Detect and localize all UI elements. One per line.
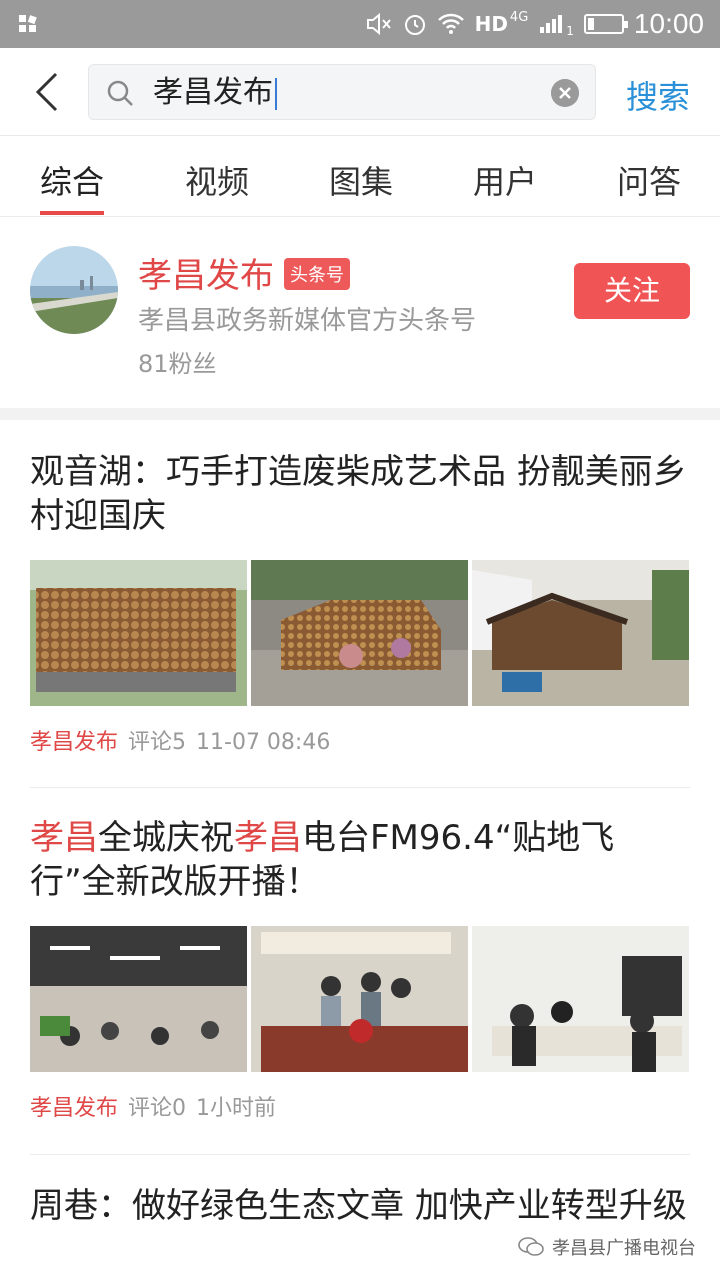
back-icon[interactable] xyxy=(28,70,68,114)
article-source[interactable]: 孝昌发布 xyxy=(30,1096,118,1121)
article-images xyxy=(30,560,690,706)
article-image[interactable] xyxy=(30,560,247,706)
search-icon xyxy=(107,80,133,106)
watermark: 孝昌县广播电视台 xyxy=(518,1234,696,1260)
sim-slot-label: 1 xyxy=(566,24,574,38)
avatar[interactable] xyxy=(30,246,118,334)
article-meta: 孝昌发布 评论5 11-07 08:46 xyxy=(30,724,690,756)
search-value: 孝昌发布 xyxy=(153,75,273,110)
article-image[interactable] xyxy=(251,926,468,1072)
list-separator xyxy=(30,787,690,788)
verified-badge: 头条号 xyxy=(284,258,350,290)
signal-icon xyxy=(540,15,563,33)
clock: 10:00 xyxy=(633,8,704,39)
article-time: 1小时前 xyxy=(196,1096,277,1121)
wifi-icon xyxy=(437,13,464,34)
article-image[interactable] xyxy=(472,560,689,706)
user-description: 孝昌县政务新媒体官方头条号 xyxy=(138,306,477,336)
text-caret xyxy=(275,77,277,110)
article-title[interactable]: 周巷：做好绿色生态文章 加快产业转型升级 xyxy=(30,1184,690,1228)
title-text: 全城庆祝 xyxy=(98,818,234,858)
article-image[interactable] xyxy=(251,560,468,706)
tab-video[interactable]: 视频 xyxy=(185,157,249,203)
title-highlight: 孝昌 xyxy=(30,818,98,858)
article-image[interactable] xyxy=(30,926,247,1072)
article-comments: 评论0 xyxy=(128,1096,187,1121)
article-image[interactable] xyxy=(472,926,689,1072)
article-item[interactable]: 孝昌全城庆祝孝昌电台FM96.4“贴地飞行”全新改版开播！ 孝昌发布 评论0 1… xyxy=(30,816,690,1122)
article-item[interactable]: 观音湖：巧手打造废柴成艺术品 扮靓美丽乡村迎国庆 孝昌发布 评论5 11-07 … xyxy=(30,450,690,756)
article-title[interactable]: 观音湖：巧手打造废柴成艺术品 扮靓美丽乡村迎国庆 xyxy=(30,450,690,538)
tab-gallery[interactable]: 图集 xyxy=(329,157,393,203)
article-source[interactable]: 孝昌发布 xyxy=(30,730,118,755)
status-bar: HD 4G 1 10:00 xyxy=(0,0,720,48)
mute-icon xyxy=(366,12,391,36)
fans-count: 81粉丝 xyxy=(138,350,217,378)
search-header: 孝昌发布 搜索 xyxy=(0,48,720,136)
article-title[interactable]: 孝昌全城庆祝孝昌电台FM96.4“贴地飞行”全新改版开播！ xyxy=(30,816,690,904)
user-name[interactable]: 孝昌发布 xyxy=(138,248,274,297)
article-images xyxy=(30,926,690,1072)
network-label: HD xyxy=(474,12,508,36)
user-card[interactable]: 孝昌发布 头条号 孝昌县政务新媒体官方头条号 81粉丝 关注 xyxy=(0,218,720,408)
result-tabs: 综合 视频 图集 用户 问答 xyxy=(0,137,720,217)
app-grid-icon xyxy=(19,15,37,32)
search-value-wrap: 孝昌发布 xyxy=(153,75,277,111)
tab-qa[interactable]: 问答 xyxy=(617,157,681,203)
network-gen-label: 4G xyxy=(509,9,529,25)
tab-comprehensive[interactable]: 综合 xyxy=(40,157,104,203)
active-tab-indicator xyxy=(40,211,104,215)
article-meta: 孝昌发布 评论0 1小时前 xyxy=(30,1090,690,1122)
alarm-icon xyxy=(404,15,425,35)
search-button[interactable]: 搜索 xyxy=(626,72,690,118)
follow-button[interactable]: 关注 xyxy=(574,263,690,319)
article-comments: 评论5 xyxy=(128,730,187,755)
tab-users[interactable]: 用户 xyxy=(473,157,537,203)
battery-icon xyxy=(583,14,628,34)
article-time: 11-07 08:46 xyxy=(196,730,331,755)
article-item[interactable]: 周巷：做好绿色生态文章 加快产业转型升级 xyxy=(30,1184,690,1228)
wechat-icon xyxy=(518,1237,544,1256)
clear-icon[interactable] xyxy=(551,79,579,107)
search-input[interactable]: 孝昌发布 xyxy=(88,64,596,120)
section-divider xyxy=(0,408,720,420)
watermark-text: 孝昌县广播电视台 xyxy=(552,1238,696,1259)
title-highlight: 孝昌 xyxy=(234,818,302,858)
list-separator xyxy=(30,1154,690,1155)
